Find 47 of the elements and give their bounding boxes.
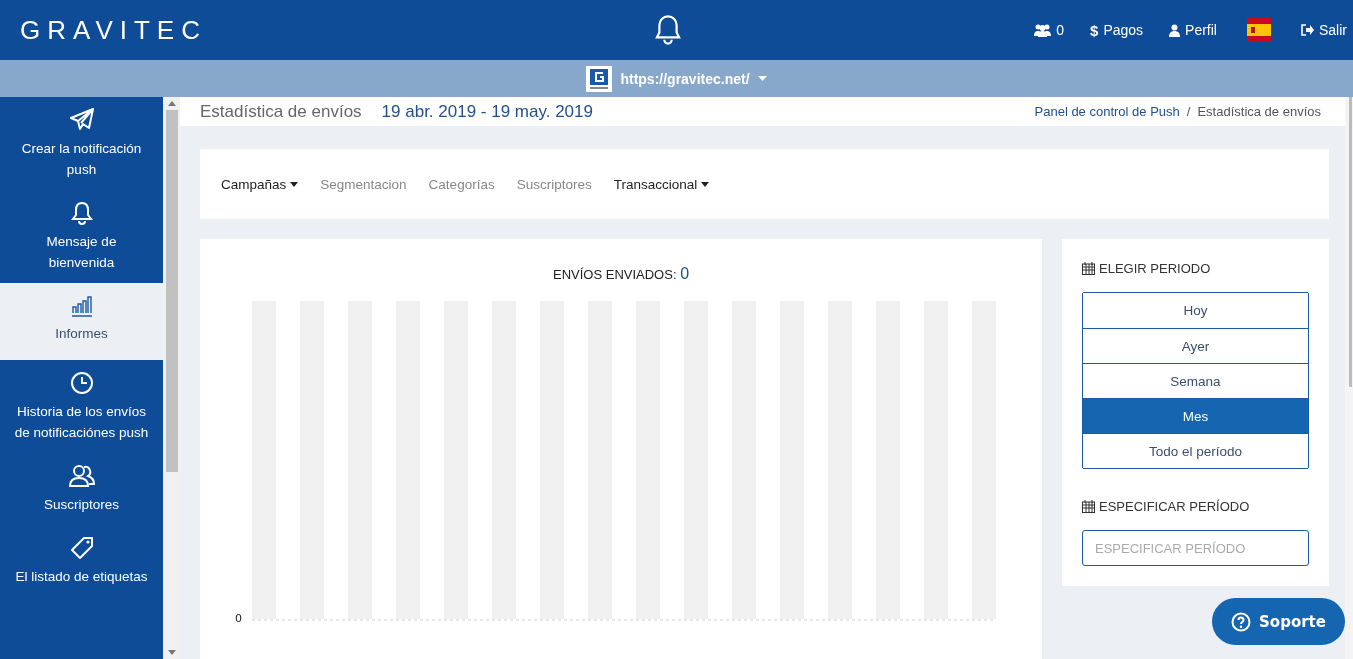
page-title: Estadística de envíos [200,101,362,122]
calendar-icon [1082,500,1095,513]
caret-icon [757,76,767,81]
date-range-input[interactable]: ESPECIFICAR PERÍODO [1082,530,1309,566]
dollar-icon: $ [1090,21,1099,39]
user-icon [1169,23,1181,37]
sidebar-item[interactable]: Historia de los envíos de notificaciónes push [0,360,163,453]
scroll-up-icon[interactable] [167,101,176,106]
breadcrumb-item: Estadística de envíos [1197,104,1321,119]
date-range: 19 abr. 2019 - 19 may. 2019 [381,101,593,122]
calendar-icon [1082,262,1095,275]
bell-icon[interactable] [653,14,683,46]
users-icon [68,464,95,488]
users-counter[interactable]: 0 [1034,22,1065,38]
period-option[interactable]: Mes [1083,398,1308,433]
sidebar-item[interactable]: Informes [0,283,163,360]
breadcrumb-item[interactable]: Panel de control de Push [1034,104,1180,119]
profile-link[interactable]: Perfil [1169,22,1217,38]
chart-title: ENVÍOS ENVIADOS: 0 [552,265,690,283]
section-heading: ESPECIFICAR PERÍODO [1082,499,1309,514]
bell-icon [70,201,93,225]
sidebar-item[interactable]: Suscriptores [0,453,163,525]
bar-chart-icon [69,295,94,317]
logo[interactable]: GRAVITEC [20,14,207,46]
tab[interactable]: Transaccional [613,176,710,192]
payments-link[interactable]: $ Pagos [1090,21,1144,39]
scrollbar[interactable] [163,97,180,659]
flag-icon[interactable] [1247,18,1271,42]
paper-plane-icon [68,108,95,132]
users-icon [1034,23,1052,37]
logout-link[interactable]: Salir [1301,22,1347,38]
logout-icon [1301,24,1314,36]
sidebar-item[interactable]: Mensaje de bienvenida [0,190,163,283]
sidebar-item[interactable]: Crear la notificación push [0,97,163,190]
clock-icon [69,371,94,395]
tab[interactable]: Campañas [221,176,299,192]
page-scrollbar[interactable] [1345,97,1353,659]
breadcrumb-separator: / [1186,104,1191,119]
support-button[interactable]: Soporte [1212,598,1345,645]
help-icon [1231,611,1252,632]
period-option[interactable]: Todo el período [1083,433,1308,468]
tag-icon [69,536,94,560]
sidebar-item[interactable]: El listado de etiquetas [0,525,163,597]
scroll-down-icon[interactable] [167,650,176,655]
axis-label: 0 [235,612,242,625]
section-heading: ELEGIR PERIODO [1082,261,1309,276]
site-logo-icon [586,65,613,92]
